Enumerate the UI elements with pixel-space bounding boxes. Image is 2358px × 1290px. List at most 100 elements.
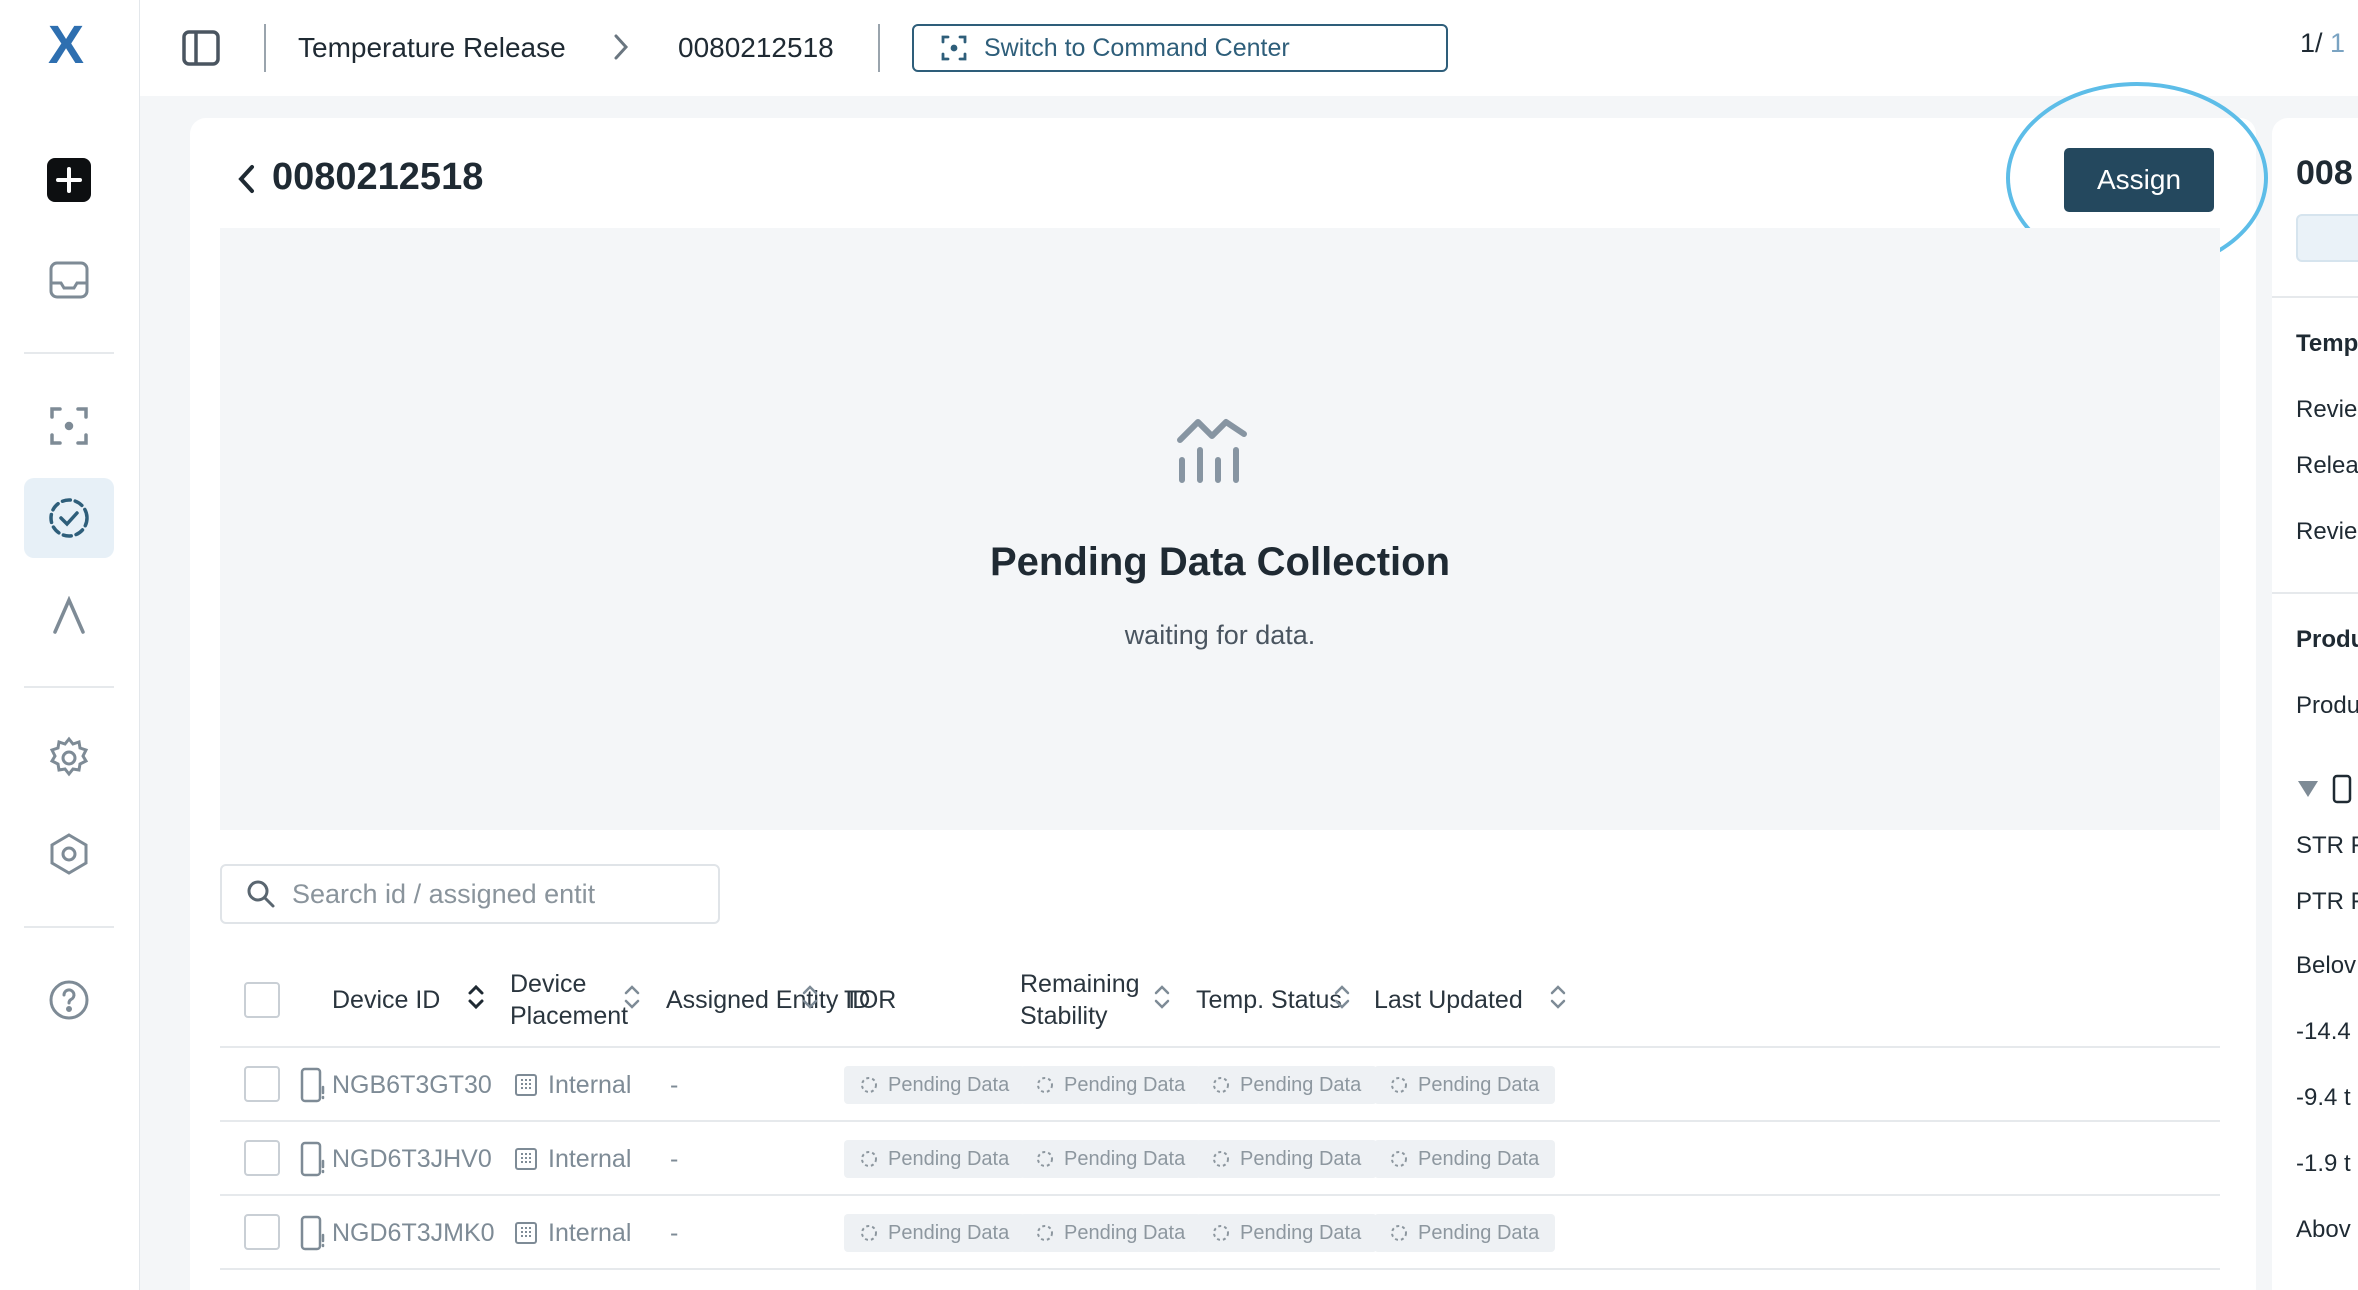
help-button[interactable] [24,960,114,1040]
top-bar: Temperature Release 0080212518 Switch to… [140,0,2358,96]
pill-label: Pending Data [1418,1221,1540,1244]
cell-stability: Pending Data [1020,1122,1202,1196]
sidebar-toggle-button[interactable] [182,30,220,66]
cell-device-id[interactable]: NGB6T3GT30 [332,1048,492,1122]
focus-icon [941,35,967,61]
loading-icon [861,1151,877,1167]
sidebar: X [0,0,140,1290]
row-checkbox[interactable] [244,1066,280,1102]
pill-label: Pending Data [1240,1221,1362,1244]
loading-icon [1213,1225,1229,1241]
sidebar-divider [24,352,114,354]
pager: 1/ 1 [2300,28,2345,59]
pill-label: Pending Data [1064,1221,1186,1244]
shield-hex-icon [50,833,88,875]
cell-updated: Pending Data [1374,1048,1556,1122]
pending-pill: Pending Data [1374,1214,1556,1252]
cell-placement: Internal [514,1196,631,1270]
right-panel-line: Revie [2296,518,2358,545]
pill-label: Pending Data [1240,1147,1362,1170]
placement-label: Internal [548,1070,632,1099]
gear-icon [49,736,89,777]
cell-status: Pending Data [1196,1048,1378,1122]
sort-icon[interactable] [1332,982,1352,1017]
table-row[interactable]: NGD6T3JMK0 Internal - Pending Data Pendi… [220,1196,2220,1270]
sort-active-icon[interactable] [466,982,486,1017]
placement-label: Internal [548,1218,632,1247]
right-panel-line: -14.4 [2296,1018,2351,1045]
cell-entity: - [670,1070,679,1099]
loading-icon [861,1077,877,1093]
loading-icon [861,1225,877,1241]
right-panel-divider [2272,592,2358,594]
pending-pill: Pending Data [844,1066,1026,1104]
loading-icon [1213,1151,1229,1167]
admin-button[interactable] [24,814,114,894]
loading-icon [1037,1077,1053,1093]
topbar-separator [878,24,880,72]
focus-button[interactable] [24,386,114,466]
sort-icon[interactable] [800,982,820,1017]
settings-button[interactable] [24,718,114,798]
cell-tor: Pending Data [844,1196,1026,1270]
th-tor[interactable]: TOR [844,952,896,1048]
pending-pill: Pending Data [1196,1066,1378,1104]
pending-pill: Pending Data [1374,1140,1556,1178]
pending-pill: Pending Data [1374,1066,1556,1104]
cell-placement: Internal [514,1048,631,1122]
search-box [220,864,720,924]
building-icon [515,1148,537,1170]
pager-current: 1/ [2300,28,2323,58]
loading-icon [1213,1077,1229,1093]
breadcrumb-temperature-release[interactable]: Temperature Release [298,28,566,68]
cell-stability: Pending Data [1020,1048,1202,1122]
loading-icon [1391,1077,1407,1093]
pending-pill: Pending Data [844,1140,1026,1178]
cell-device-id[interactable]: NGD6T3JHV0 [332,1122,492,1196]
cell-device-id[interactable]: NGD6T3JMK0 [332,1196,495,1270]
inbox-button[interactable] [24,240,114,320]
page-title: 0080212518 [272,156,484,198]
pending-pill: Pending Data [1196,1214,1378,1252]
right-panel-line: STR F [2296,832,2358,859]
th-assigned-entity[interactable]: Assigned Entity ID [666,952,870,1048]
app-logo[interactable]: X [42,18,98,74]
right-panel-tab[interactable] [2296,214,2358,262]
switch-command-center-button[interactable]: Switch to Command Center [912,24,1448,72]
search-input[interactable] [292,878,712,910]
th-last-updated[interactable]: Last Updated [1374,952,1523,1048]
th-remaining-stability[interactable]: Remaining Stability [1020,952,1140,1048]
pager-total: 1 [2322,28,2346,58]
table-row[interactable]: NGD6T3JHV0 Internal - Pending Data Pendi… [220,1122,2220,1196]
cell-status: Pending Data [1196,1196,1378,1270]
row-checkbox[interactable] [244,1214,280,1250]
sort-icon[interactable] [1548,982,1568,1017]
th-device-id[interactable]: Device ID [332,952,440,1048]
back-button[interactable] [236,162,258,201]
right-panel-line: PTR F [2296,888,2358,915]
lambda-button[interactable] [24,576,114,656]
th-remaining-line2: Stability [1020,1002,1108,1030]
th-remaining-line1: Remaining [1020,970,1140,998]
sort-icon[interactable] [622,982,642,1017]
th-device-placement-line2: Placement [510,1002,629,1030]
th-device-placement[interactable]: Device Placement [510,952,628,1048]
inbox-icon [49,261,89,299]
sidebar-item-release[interactable] [24,478,114,558]
check-circle-icon [49,498,89,538]
caret-down-icon[interactable] [2296,778,2320,805]
th-temp-status[interactable]: Temp. Status [1196,952,1342,1048]
cell-updated: Pending Data [1374,1196,1556,1270]
sort-icon[interactable] [1152,982,1172,1017]
cell-updated: Pending Data [1374,1122,1556,1196]
row-checkbox[interactable] [244,1140,280,1176]
right-panel-line: Revie [2296,396,2358,423]
pill-label: Pending Data [888,1073,1010,1096]
assign-button[interactable]: Assign [2064,148,2214,212]
table-row[interactable]: NGB6T3GT30 Internal - Pending Data Pendi… [220,1048,2220,1122]
select-all-checkbox[interactable] [244,982,280,1018]
new-item-button[interactable] [24,140,114,220]
device-alert-icon [300,1196,326,1270]
device-icon [2332,774,2352,809]
command-center-label: Switch to Command Center [984,33,1290,62]
